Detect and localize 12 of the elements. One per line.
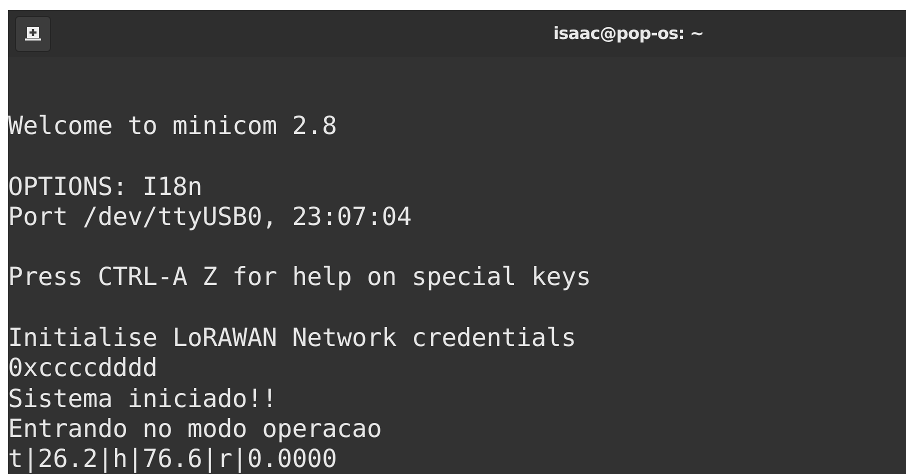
terminal-line: Welcome to minicom 2.8 [8,111,337,142]
new-tab-icon [25,26,41,41]
terminal-line: OPTIONS: I18n [8,172,202,202]
terminal-line: Press CTRL-A Z for help on special keys [8,262,592,293]
window-title: isaac@pop-os: ~ [553,24,704,44]
terminal-line: Port /dev/ttyUSB0, 23:07:04 [8,202,412,232]
terminal-line: t|26.2|h|76.6|r|0.0000 [8,444,337,474]
terminal-line: 0xccccdddd [8,353,158,384]
terminal-line: Entrando no modo operacao [8,414,382,444]
terminal-line: Sistema iniciado!! [8,384,278,414]
new-tab-button[interactable] [15,16,51,52]
terminal-line: Initialise LoRAWAN Network credentials [8,323,576,354]
